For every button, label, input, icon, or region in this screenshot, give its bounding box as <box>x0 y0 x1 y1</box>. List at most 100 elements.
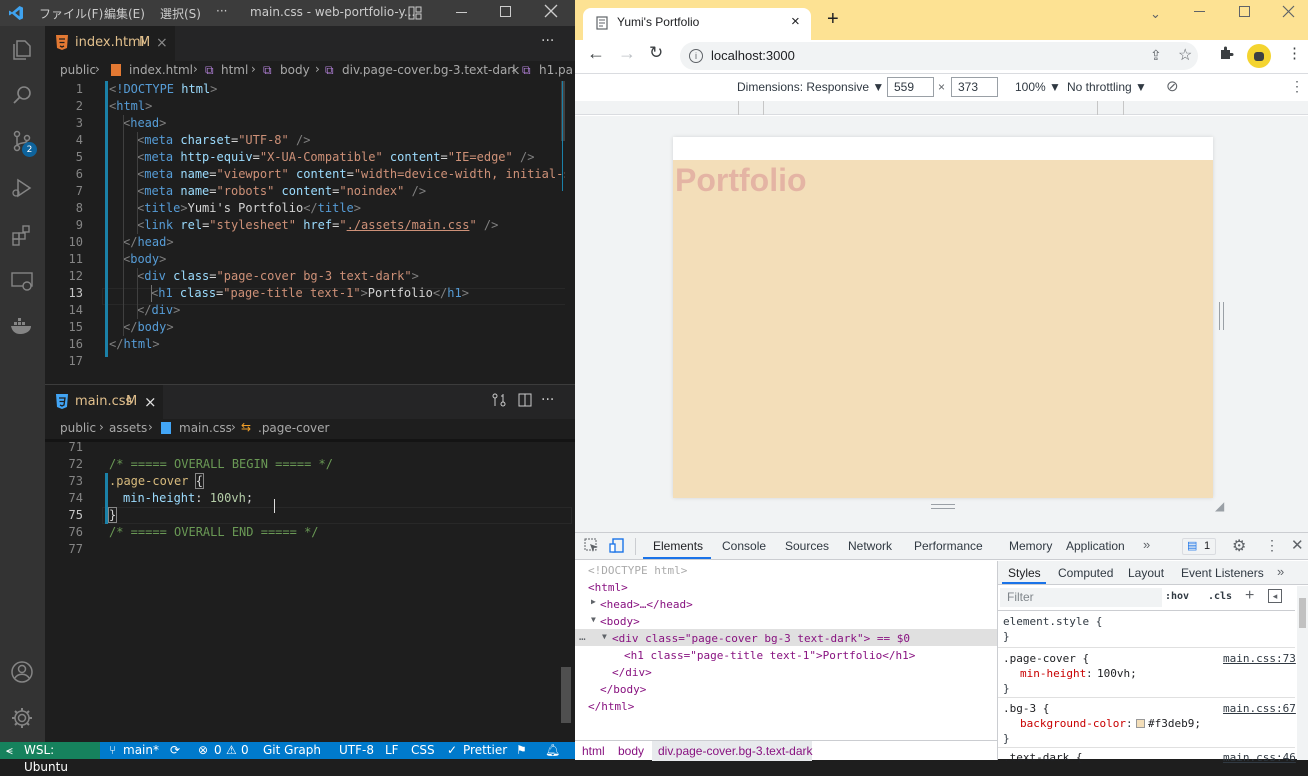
tab-main-css[interactable]: main.css M × <box>45 385 163 419</box>
cls-toggle[interactable]: .cls <box>1208 591 1232 602</box>
search-icon[interactable] <box>10 83 34 107</box>
eol-label[interactable]: LF <box>385 742 399 759</box>
css-editor[interactable]: 71 72 73 74 75 76 77 /* ===== OVERALL BE… <box>45 439 575 742</box>
sync-icon[interactable]: ⟳ <box>170 742 180 759</box>
settings-gear-icon[interactable]: ⚙ <box>1232 536 1246 556</box>
device-toggle-icon[interactable] <box>609 538 625 553</box>
run-debug-icon[interactable] <box>10 176 34 200</box>
breadcrumb-assets[interactable]: assets <box>109 421 147 435</box>
close-icon[interactable] <box>544 4 558 18</box>
hov-toggle[interactable]: :hov <box>1165 591 1189 602</box>
styles-scrollbar[interactable] <box>1297 586 1308 760</box>
breadcrumb-h1[interactable]: h1.pa <box>539 63 573 77</box>
rule-bg3-value[interactable]: #f3deb9; <box>1148 716 1201 731</box>
styles-scrollbar-thumb[interactable] <box>1299 598 1306 628</box>
breadcrumb-html[interactable]: html <box>221 63 248 77</box>
device-more-icon[interactable]: ⋮ <box>1290 78 1304 95</box>
tab-performance[interactable]: Performance <box>914 533 983 559</box>
breadcrumb-main-css[interactable]: main.css <box>179 421 232 435</box>
tab-network[interactable]: Network <box>848 533 892 559</box>
tab-event-listeners[interactable]: Event Listeners <box>1181 566 1264 580</box>
zoom-select[interactable]: 100% ▼ <box>1015 80 1061 94</box>
share-icon[interactable]: ⇪ <box>1150 47 1162 64</box>
maximize-icon[interactable] <box>500 6 511 17</box>
tab-elements[interactable]: Elements <box>653 533 703 559</box>
breadcrumb-public[interactable]: public <box>60 421 96 435</box>
tab-close-icon[interactable]: × <box>156 35 168 51</box>
tab-application[interactable]: Application <box>1066 533 1125 559</box>
inspect-element-icon[interactable] <box>584 538 599 553</box>
rule-bg3-property[interactable]: background-color <box>1020 716 1126 731</box>
new-tab-icon[interactable]: + <box>827 8 839 31</box>
dom-node[interactable]: <html> <box>588 579 997 596</box>
bookmark-star-icon[interactable]: ☆ <box>1178 45 1192 65</box>
rule-page-cover-source[interactable]: main.css:73 <box>1223 651 1296 666</box>
editor2-scrollbar[interactable] <box>561 667 571 723</box>
breadcrumb-public[interactable]: public <box>60 63 96 77</box>
feedback-icon[interactable]: ⚑ <box>516 742 527 759</box>
extensions-icon[interactable] <box>10 223 34 247</box>
branch-label[interactable]: main* <box>123 742 159 759</box>
explorer-icon[interactable] <box>10 38 34 62</box>
encoding-label[interactable]: UTF-8 <box>339 742 374 759</box>
breadcrumb-index-html[interactable]: index.html <box>129 63 193 77</box>
rule-textdark-selector[interactable]: .text-dark { <box>1003 750 1082 765</box>
language-label[interactable]: CSS <box>411 742 435 759</box>
profile-avatar[interactable] <box>1247 44 1271 68</box>
resize-corner-icon[interactable]: ◢ <box>1215 499 1224 513</box>
open-changes-icon[interactable] <box>491 392 507 408</box>
breadcrumb-page-cover[interactable]: .page-cover <box>258 421 329 435</box>
split-editor-icon[interactable] <box>518 392 532 407</box>
resize-handle-bottom[interactable] <box>931 504 955 509</box>
rule-page-cover-property[interactable]: min-height <box>1020 666 1086 681</box>
site-info-icon[interactable]: i <box>689 49 703 63</box>
omnibox[interactable]: i localhost:3000 ⇪ ☆ <box>680 42 1198 70</box>
close-icon[interactable] <box>1282 5 1295 18</box>
height-input[interactable]: 373 <box>951 77 998 97</box>
rule-bg3-source[interactable]: main.css:67 <box>1223 701 1296 716</box>
toggle-sidebar-icon[interactable]: ◂ <box>1268 589 1282 603</box>
devtools-menu-icon[interactable]: ⋮ <box>1265 537 1279 554</box>
remote-indicator[interactable]: ⪪ WSL: Ubuntu <box>0 742 100 774</box>
git-graph-button[interactable]: Git Graph <box>263 742 321 759</box>
extensions-puzzle-icon[interactable] <box>1218 45 1234 61</box>
resize-handle-right[interactable] <box>1219 302 1224 330</box>
rule-bg3-selector[interactable]: .bg-3 { <box>1003 701 1049 716</box>
new-rule-icon[interactable]: + <box>1245 587 1254 605</box>
minimize-icon[interactable] <box>456 12 467 13</box>
tab-styles[interactable]: Styles <box>1008 566 1041 580</box>
menu-file[interactable]: ファイル(F) <box>39 5 103 22</box>
styles-filter-input[interactable]: Filter <box>1000 588 1162 607</box>
chrome-menu-icon[interactable]: ⋮ <box>1287 44 1302 62</box>
tab-layout[interactable]: Layout <box>1128 566 1164 580</box>
browser-tab[interactable]: Yumi's Portfolio × <box>583 8 811 40</box>
rule-textdark-source[interactable]: main.css:46 <box>1223 750 1296 765</box>
breadcrumb-div[interactable]: div.page-cover.bg-3.text-dark <box>342 63 519 77</box>
docker-icon[interactable] <box>9 316 35 336</box>
tab-memory[interactable]: Memory <box>1009 533 1052 559</box>
tab-sources[interactable]: Sources <box>785 533 829 559</box>
notifications-bell-icon[interactable]: 🔔︎ <box>545 742 560 759</box>
rotate-icon[interactable]: ⊘ <box>1166 77 1179 95</box>
prettier-label[interactable]: Prettier <box>463 742 507 759</box>
rule-element-style[interactable]: element.style { <box>1003 614 1102 629</box>
more-style-tabs-icon[interactable]: » <box>1277 564 1284 579</box>
error-count[interactable]: 0 <box>214 742 222 759</box>
color-swatch[interactable] <box>1136 719 1145 728</box>
html-editor[interactable]: 1 2 3 4 5 6 7 8 9 10 11 12 13 14 15 16 1… <box>45 81 565 384</box>
manage-gear-icon[interactable] <box>10 706 34 730</box>
rule-page-cover-value[interactable]: 100vh; <box>1097 666 1137 681</box>
tab-console[interactable]: Console <box>722 533 766 559</box>
reload-icon[interactable]: ↻ <box>649 43 663 63</box>
dom-node[interactable]: <!DOCTYPE html> <box>588 562 997 579</box>
tab-close-icon[interactable]: × <box>144 393 157 411</box>
menu-edit[interactable]: 編集(E) <box>104 5 145 22</box>
remote-explorer-icon[interactable] <box>10 269 34 293</box>
throttling-select[interactable]: No throttling ▼ <box>1067 80 1147 94</box>
breadcrumb-body[interactable]: body <box>280 63 310 77</box>
warning-count[interactable]: 0 <box>241 742 249 759</box>
minimize-icon[interactable] <box>1194 11 1205 12</box>
expand-triangle-icon[interactable]: ▶ <box>591 597 596 606</box>
menu-select[interactable]: 選択(S) <box>160 5 201 22</box>
forward-arrow-icon[interactable]: → <box>618 43 636 64</box>
